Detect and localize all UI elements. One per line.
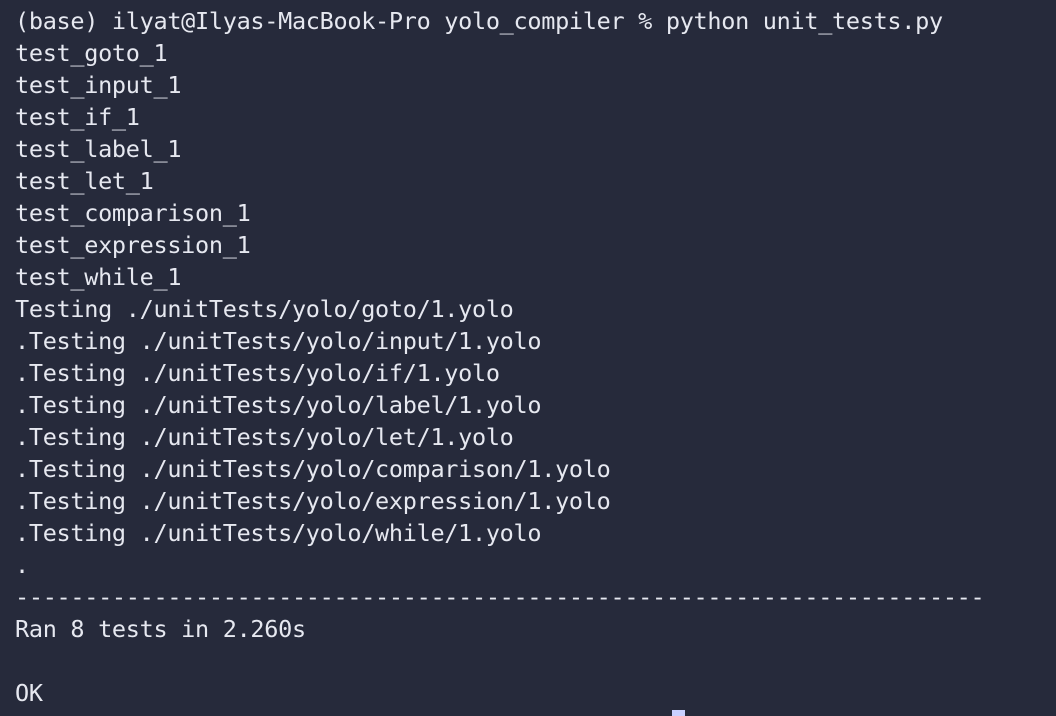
output-line: .Testing ./unitTests/yolo/label/1.yolo <box>15 391 542 419</box>
output-line: .Testing ./unitTests/yolo/expression/1.y… <box>15 487 611 515</box>
terminal-window[interactable]: (base) ilyat@Ilyas-MacBook-Pro yolo_comp… <box>0 0 1056 716</box>
separator-line: ----------------------------------------… <box>15 583 985 611</box>
text-cursor <box>672 710 685 716</box>
output-line: . <box>15 551 29 579</box>
output-line: .Testing ./unitTests/yolo/while/1.yolo <box>15 519 542 547</box>
terminal-output: (base) ilyat@Ilyas-MacBook-Pro yolo_comp… <box>15 5 985 709</box>
output-line: test_input_1 <box>15 71 182 99</box>
output-line: test_if_1 <box>15 103 140 131</box>
output-line: test_comparison_1 <box>15 199 251 227</box>
output-line: .Testing ./unitTests/yolo/input/1.yolo <box>15 327 542 355</box>
output-line: test_expression_1 <box>15 231 251 259</box>
output-line: test_while_1 <box>15 263 182 291</box>
output-line: test_let_1 <box>15 167 154 195</box>
status-line: OK <box>15 679 43 707</box>
output-line: .Testing ./unitTests/yolo/comparison/1.y… <box>15 455 611 483</box>
summary-line: Ran 8 tests in 2.260s <box>15 615 306 643</box>
output-line: .Testing ./unitTests/yolo/if/1.yolo <box>15 359 500 387</box>
output-line: Testing ./unitTests/yolo/goto/1.yolo <box>15 295 514 323</box>
output-line: .Testing ./unitTests/yolo/let/1.yolo <box>15 423 514 451</box>
command-line: (base) ilyat@Ilyas-MacBook-Pro yolo_comp… <box>15 7 943 35</box>
output-line: test_goto_1 <box>15 39 168 67</box>
output-line: test_label_1 <box>15 135 182 163</box>
